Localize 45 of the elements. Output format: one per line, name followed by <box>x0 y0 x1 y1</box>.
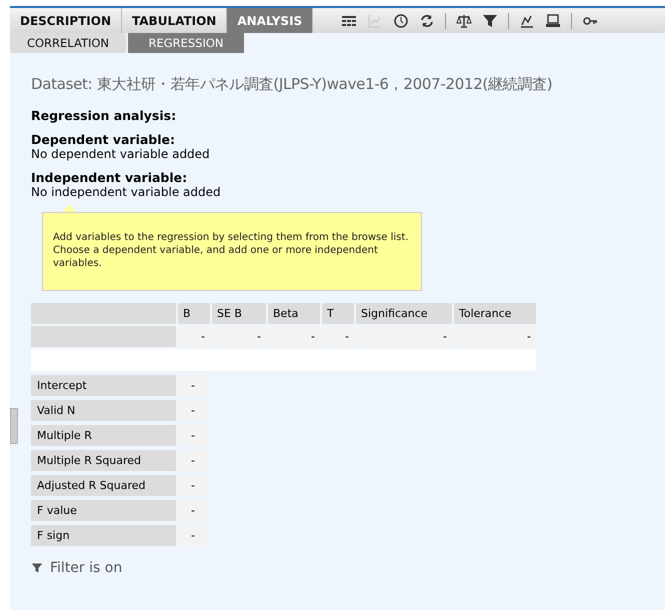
subtab[interactable]: CORRELATION <box>10 33 128 53</box>
tab[interactable]: ANALYSIS <box>227 8 314 33</box>
stat-label: Multiple R <box>31 425 176 446</box>
table-cell: - <box>178 326 210 347</box>
tooltip: Add variables to the regression by selecting them from the browse list. Choose a dependent variable, and add one or more independent variables. <box>42 212 422 291</box>
column-header: Tolerance <box>454 303 536 324</box>
stat-label: Adjusted R Squared <box>31 475 176 496</box>
refresh-icon[interactable] <box>419 12 436 28</box>
field-value: No dependent variable added <box>31 147 211 161</box>
stat-value: - <box>178 400 208 421</box>
column-header: SE B <box>212 303 266 324</box>
column-header: Significance <box>356 303 452 324</box>
filter-icon[interactable] <box>482 12 498 28</box>
tooltip-pointer <box>62 205 76 212</box>
print-icon[interactable] <box>545 12 562 28</box>
stat-value: - <box>178 500 208 521</box>
table-cell: - <box>356 326 452 347</box>
stat-value: - <box>178 375 208 396</box>
filter-status: Filter is on <box>50 560 122 576</box>
column-header: T <box>322 303 354 324</box>
dataset-title: Dataset: 東大社研・若年パネル調査(JLPS-Y)wave1-6，2007-2012(継続調査) <box>31 74 554 94</box>
field-label: Independent variable: <box>31 170 188 185</box>
table-cell: - <box>322 326 354 347</box>
field-label: Dependent variable: <box>31 132 176 147</box>
table-cell: - <box>454 326 536 347</box>
column-header: Beta <box>268 303 320 324</box>
section-title: Regression analysis: <box>31 108 178 123</box>
stat-label: Intercept <box>31 375 176 396</box>
stat-label: Multiple R Squared <box>31 450 176 471</box>
stat-value: - <box>178 525 208 546</box>
stat-value: - <box>178 475 208 496</box>
stat-label: F sign <box>31 525 176 546</box>
stat-value: - <box>178 450 208 471</box>
splitter-handle[interactable] <box>10 408 18 444</box>
column-header: B <box>178 303 210 324</box>
stat-label: Valid N <box>31 400 176 421</box>
scales-icon[interactable] <box>456 12 472 28</box>
clock-icon[interactable] <box>393 12 410 28</box>
table-cell: - <box>212 326 266 347</box>
subtab[interactable]: REGRESSION <box>128 33 246 53</box>
stat-label: F value <box>31 500 176 521</box>
field-value: No independent variable added <box>31 185 222 199</box>
stat-value: - <box>178 425 208 446</box>
filter-icon <box>31 562 43 574</box>
table-cell: - <box>268 326 320 347</box>
